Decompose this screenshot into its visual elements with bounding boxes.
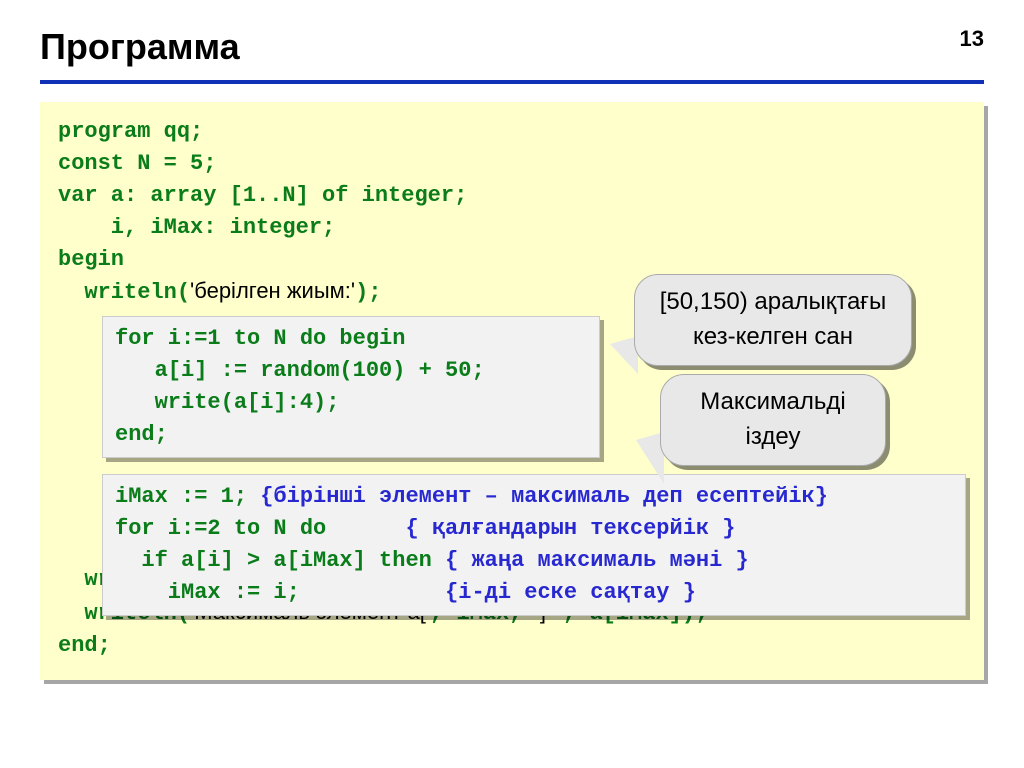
code-line: a[i] := random(100) + 50;	[115, 355, 587, 387]
callout-range: [50,150) аралықтағы кез-келген сан	[634, 274, 912, 366]
page-title: Программа	[40, 26, 240, 68]
title-rule	[40, 80, 984, 84]
callout-max-search: Максимальді іздеу	[660, 374, 886, 466]
code-line: i, iMax: integer;	[58, 212, 966, 244]
code-panel: program qq; const N = 5; var a: array [1…	[40, 102, 984, 680]
code-line: iMax := 1; {бірінші элемент – максималь …	[115, 481, 953, 513]
slide: Программа 13 program qq; const N = 5; va…	[0, 0, 1024, 768]
code-line: for i:=1 to N do begin	[115, 323, 587, 355]
page-number: 13	[960, 26, 984, 52]
code-line: const N = 5;	[58, 148, 966, 180]
code-line: end;	[58, 630, 966, 662]
code-line: end;	[115, 419, 587, 451]
header: Программа 13	[40, 26, 984, 68]
code-box-max: iMax := 1; {бірінші элемент – максималь …	[102, 474, 966, 616]
code-line: begin	[58, 244, 966, 276]
code-box-random: for i:=1 to N do begin a[i] := random(10…	[102, 316, 600, 458]
code-line: for i:=2 to N do { қалғандарын тексерйік…	[115, 513, 953, 545]
code-line: iMax := i; {i-ді еске сақтау }	[115, 577, 953, 609]
code-line: var a: array [1..N] of integer;	[58, 180, 966, 212]
code-line: if a[i] > a[iMax] then { жаңа максималь …	[115, 545, 953, 577]
code-line: program qq;	[58, 116, 966, 148]
code-line: write(a[i]:4);	[115, 387, 587, 419]
